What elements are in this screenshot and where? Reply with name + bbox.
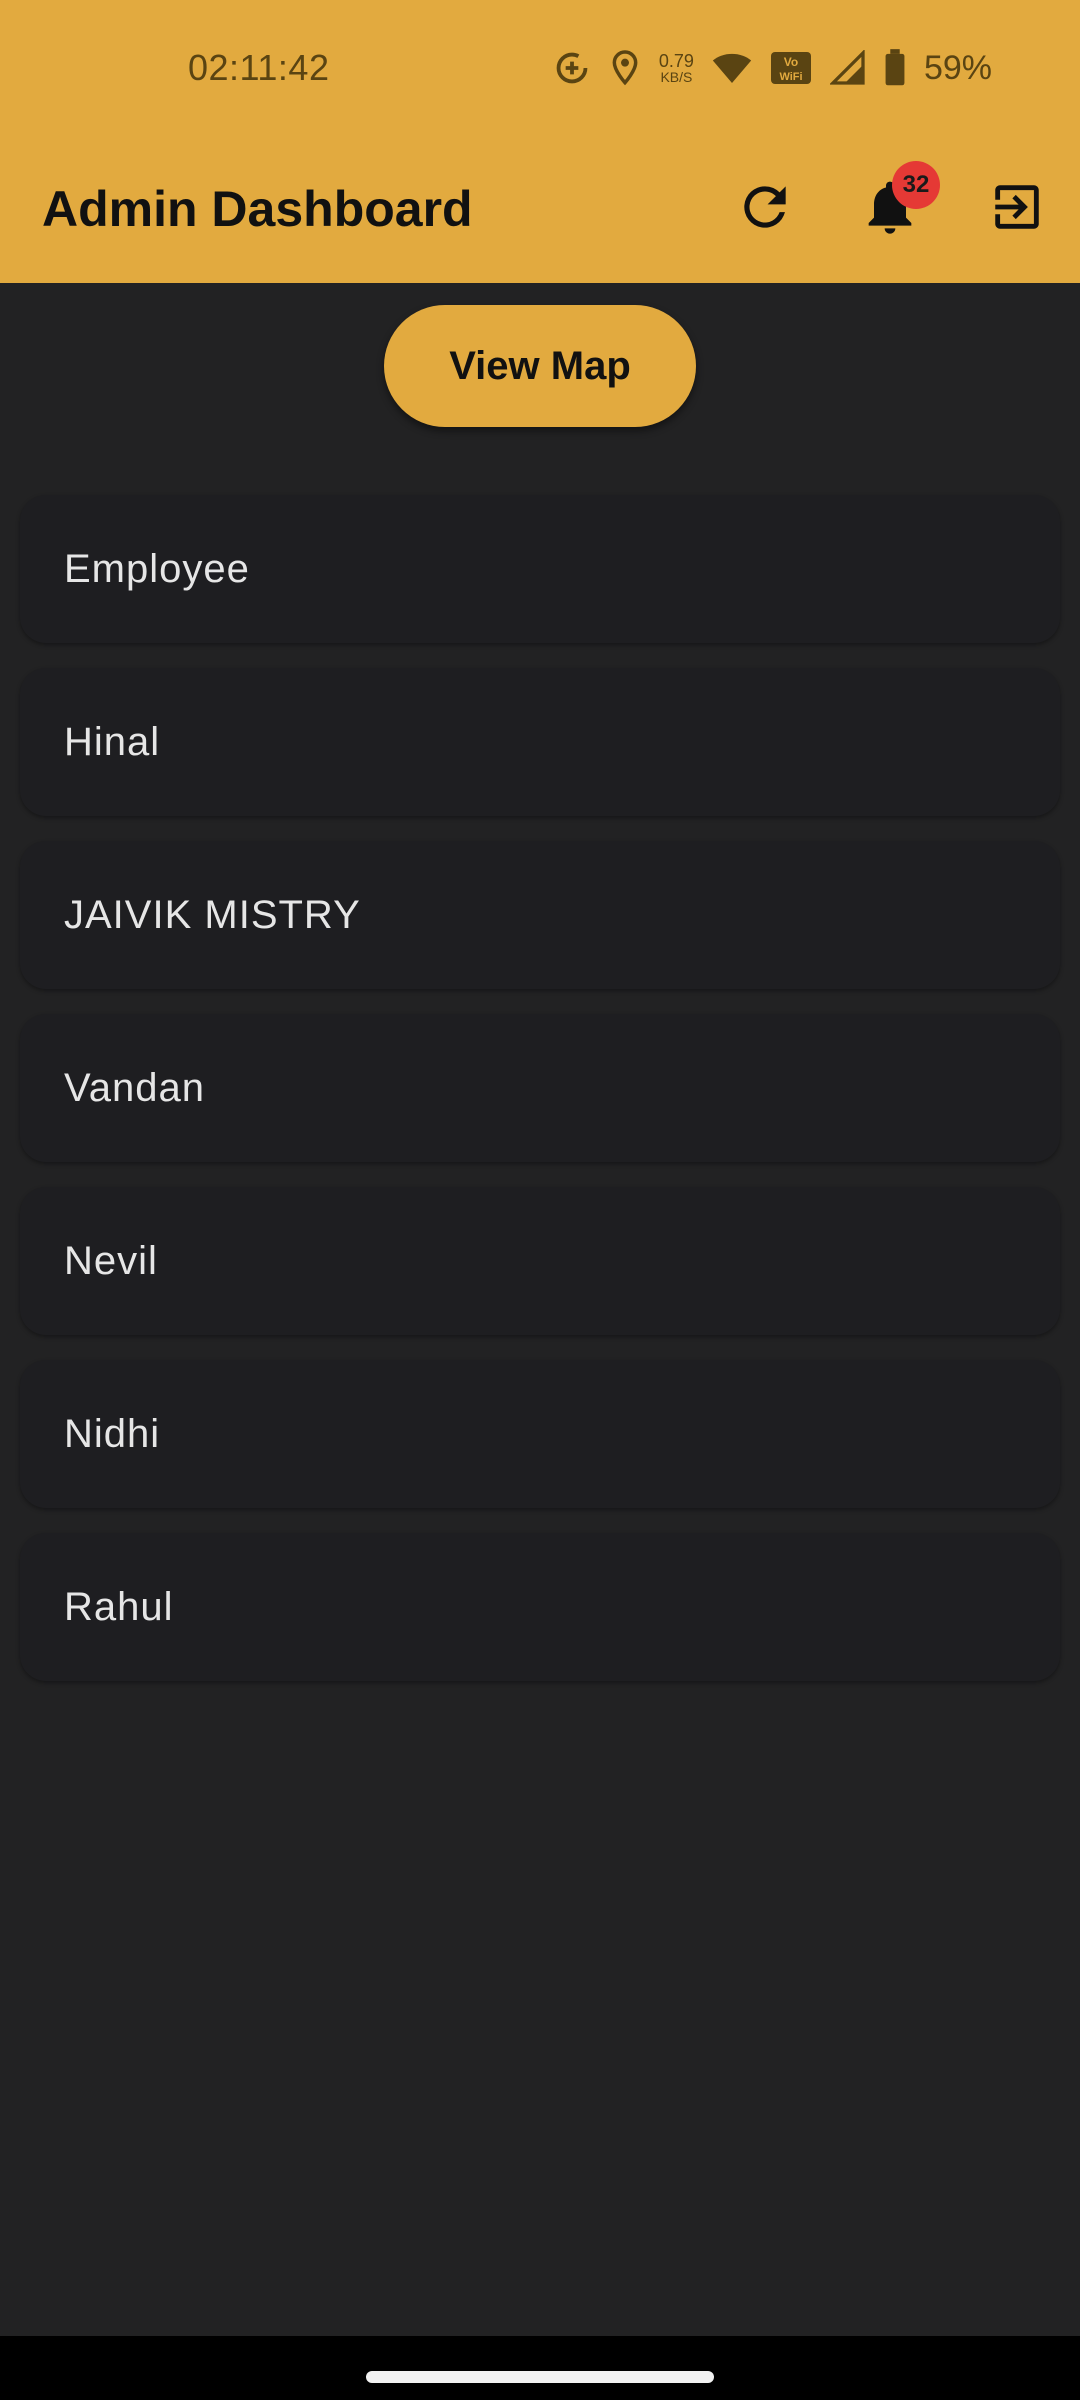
employee-list: Employee Hinal JAIVIK MISTRY Vandan Nevi… [20,495,1060,1706]
location-icon [609,49,641,87]
status-icons: 0.79 KB/S Vo WiFi 59% [553,44,992,92]
battery-percent: 59% [923,49,992,87]
network-speed-value: 0.79 [658,51,694,71]
svg-text:Vo: Vo [784,55,798,69]
list-item-jaivik-mistry[interactable]: JAIVIK MISTRY [20,841,1060,989]
svg-text:WiFi: WiFi [779,71,802,83]
network-speed-unit: KB/S [660,69,693,85]
status-time: 02:11:42 [188,47,330,88]
list-item-employee[interactable]: Employee [20,495,1060,643]
system-nav-bar [0,2336,1080,2400]
list-item-label: Hinal [64,719,161,764]
list-item-nidhi[interactable]: Nidhi [20,1360,1060,1508]
list-item-label: Vandan [64,1065,205,1110]
vowifi-icon: Vo WiFi [770,51,812,85]
notifications-button[interactable]: 32 [850,161,940,249]
battery-icon [884,49,906,87]
status-bar: 02:11:42 0.79 KB/S Vo WiFi 59% [0,0,1080,135]
list-item-label: Employee [64,546,250,591]
network-speed: 0.79 KB/S [659,52,694,84]
list-item-label: Rahul [64,1584,174,1629]
page-title: Admin Dashboard [42,181,473,237]
notification-badge: 32 [892,161,940,209]
gesture-handle[interactable] [366,2371,714,2383]
list-item-nevil[interactable]: Nevil [20,1187,1060,1335]
logout-icon [988,178,1046,241]
list-item-rahul[interactable]: Rahul [20,1533,1060,1681]
list-item-vandan[interactable]: Vandan [20,1014,1060,1162]
data-saver-icon [553,49,591,87]
app-bar: Admin Dashboard 32 [0,135,1080,283]
logout-button[interactable] [977,169,1057,249]
list-item-label: Nevil [64,1238,158,1283]
wifi-icon [712,51,752,85]
signal-icon [829,50,866,86]
refresh-button[interactable] [725,169,805,249]
refresh-icon [734,176,796,243]
list-item-label: JAIVIK MISTRY [64,892,361,937]
list-item-label: Nidhi [64,1411,161,1456]
list-item-hinal[interactable]: Hinal [20,668,1060,816]
view-map-button[interactable]: View Map [384,305,696,427]
